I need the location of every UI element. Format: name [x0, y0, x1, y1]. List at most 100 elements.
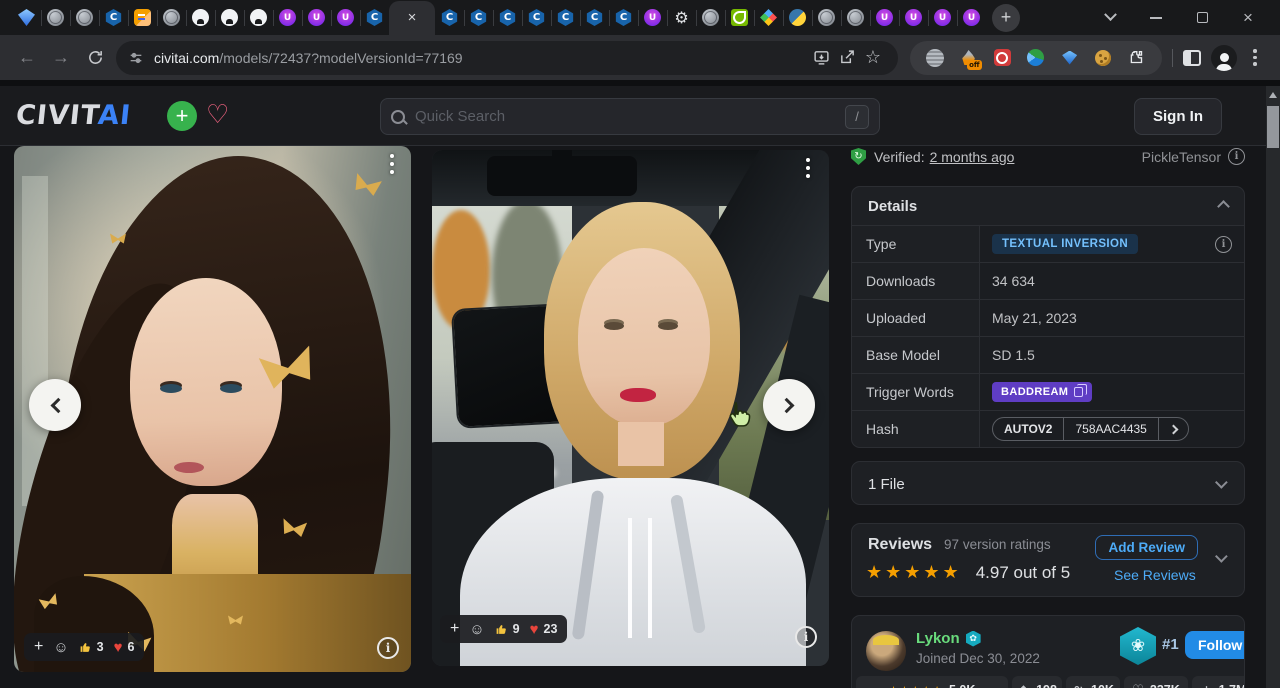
like-button[interactable]: 3 [79, 640, 104, 654]
address-bar[interactable]: civitai.com/models/72437?modelVersionId=… [116, 41, 898, 75]
tab-civitai[interactable] [493, 1, 522, 35]
verified-time-link[interactable]: 2 months ago [930, 149, 1015, 165]
tab-globe[interactable] [841, 1, 870, 35]
tab-ultra[interactable] [899, 1, 928, 35]
tab-globe[interactable] [696, 1, 725, 35]
site-settings-icon[interactable] [128, 50, 144, 66]
tab-civitai[interactable] [435, 1, 464, 35]
tab-globe[interactable] [70, 1, 99, 35]
close-button[interactable]: × [1240, 10, 1256, 26]
tab-python[interactable] [783, 1, 812, 35]
type-info-icon[interactable]: i [1215, 236, 1232, 253]
scrollbar-thumb[interactable] [1267, 106, 1279, 148]
tab-prism[interactable] [754, 1, 783, 35]
tab-github[interactable] [215, 1, 244, 35]
heart-button[interactable]: ♥ 23 [530, 622, 558, 637]
tab-civitai[interactable] [551, 1, 580, 35]
add-reaction-button[interactable]: + [450, 620, 459, 638]
quick-search[interactable]: / [380, 98, 880, 135]
emoji-reaction-button[interactable]: ☺ [53, 640, 68, 655]
sign-in-button[interactable]: Sign In [1134, 98, 1222, 135]
tab-globe[interactable] [41, 1, 70, 35]
tab-ultra[interactable] [870, 1, 899, 35]
image-2-info-button[interactable]: i [795, 626, 817, 648]
profile-avatar[interactable] [1211, 45, 1237, 71]
files-card: 1 File [851, 461, 1245, 505]
maximize-button[interactable] [1194, 10, 1210, 26]
new-tab-button[interactable]: + [992, 4, 1020, 32]
tab-civitai[interactable] [464, 1, 493, 35]
search-input[interactable] [415, 108, 845, 125]
minimize-button[interactable] [1148, 10, 1164, 26]
reload-button[interactable] [78, 41, 112, 75]
details-accordion-header[interactable]: Details [852, 187, 1244, 225]
copy-icon[interactable] [1074, 387, 1083, 397]
tab-gem[interactable] [12, 1, 41, 35]
chevron-up-icon [1217, 200, 1230, 213]
fire-extension-icon[interactable]: off [960, 49, 978, 67]
extensions-puzzle-icon[interactable] [1128, 49, 1146, 67]
carousel-next-button[interactable] [763, 379, 815, 431]
tab-ultra[interactable] [957, 1, 986, 35]
add-review-button[interactable]: Add Review [1095, 535, 1198, 560]
image-2-menu-icon[interactable] [799, 158, 817, 178]
sidebar-toggle-icon[interactable] [1183, 50, 1201, 66]
civitai-logo[interactable]: CIVITAI [14, 100, 132, 131]
emoji-reaction-button[interactable]: ☺ [469, 622, 484, 637]
tab-civitai[interactable] [360, 1, 389, 35]
follow-button[interactable]: Follow [1185, 631, 1245, 659]
tab-ultra[interactable] [302, 1, 331, 35]
red-o-extension-icon[interactable] [993, 49, 1011, 67]
forward-button[interactable]: → [44, 41, 78, 75]
hash-pill[interactable]: AUTOV2 758AAC4435 [992, 417, 1189, 441]
files-accordion-header[interactable]: 1 File [852, 462, 1244, 505]
tab-civitai[interactable] [609, 1, 638, 35]
tab-close-icon[interactable] [408, 10, 417, 25]
creator-uploads-stat: 198 [1012, 676, 1062, 688]
like-button[interactable]: 9 [495, 622, 520, 636]
creator-avatar[interactable] [866, 631, 906, 671]
bookmark-star-icon[interactable]: ☆ [860, 45, 886, 71]
install-icon[interactable] [808, 45, 834, 71]
tab-nvidia[interactable] [725, 1, 754, 35]
browser-menu-icon[interactable] [1247, 49, 1263, 66]
tab-github[interactable] [244, 1, 273, 35]
disco-extension-icon[interactable] [926, 49, 944, 67]
hash-expand-button[interactable] [1158, 418, 1188, 440]
tab-gear[interactable] [667, 1, 696, 35]
heart-button[interactable]: ♥ 6 [114, 640, 135, 655]
tab-docs[interactable] [128, 1, 157, 35]
civitai-favicon [557, 9, 574, 26]
create-button[interactable]: + [167, 101, 197, 131]
tab-ultra[interactable] [331, 1, 360, 35]
share-icon[interactable] [834, 45, 860, 71]
support-heart-icon[interactable]: ♡ [206, 99, 229, 130]
tab-globe[interactable] [812, 1, 841, 35]
page-scrollbar[interactable] [1266, 86, 1280, 688]
image-1-menu-icon[interactable] [383, 154, 401, 174]
tab-civitai[interactable] [580, 1, 609, 35]
creator-name[interactable]: Lykon✿ [916, 630, 981, 647]
cookie-extension-icon[interactable] [1094, 49, 1112, 67]
image-1-info-button[interactable]: i [377, 637, 399, 659]
back-button[interactable]: ← [10, 41, 44, 75]
tab-ultra[interactable] [273, 1, 302, 35]
see-reviews-link[interactable]: See Reviews [1114, 567, 1196, 583]
format-info-icon[interactable]: i [1228, 148, 1245, 165]
trigger-word-badge[interactable]: BADDREAM [992, 382, 1092, 402]
scrollbar-up-arrow[interactable] [1269, 92, 1277, 98]
globe-extension-icon[interactable] [1027, 49, 1045, 67]
tab-ultra[interactable] [928, 1, 957, 35]
tab-civitai[interactable] [99, 1, 128, 35]
gem-extension-icon[interactable] [1061, 49, 1079, 67]
add-reaction-button[interactable]: + [34, 638, 43, 656]
tab-civitai[interactable] [522, 1, 551, 35]
tab-github[interactable] [186, 1, 215, 35]
carousel-prev-button[interactable] [29, 379, 81, 431]
tab-active[interactable] [389, 1, 435, 35]
tab-search-icon[interactable] [1102, 10, 1118, 26]
tab-globe[interactable] [157, 1, 186, 35]
tab-ultra[interactable] [638, 1, 667, 35]
rank-badge-icon[interactable]: ❀ [1120, 627, 1156, 665]
type-badge[interactable]: TEXTUAL INVERSION [992, 234, 1138, 254]
